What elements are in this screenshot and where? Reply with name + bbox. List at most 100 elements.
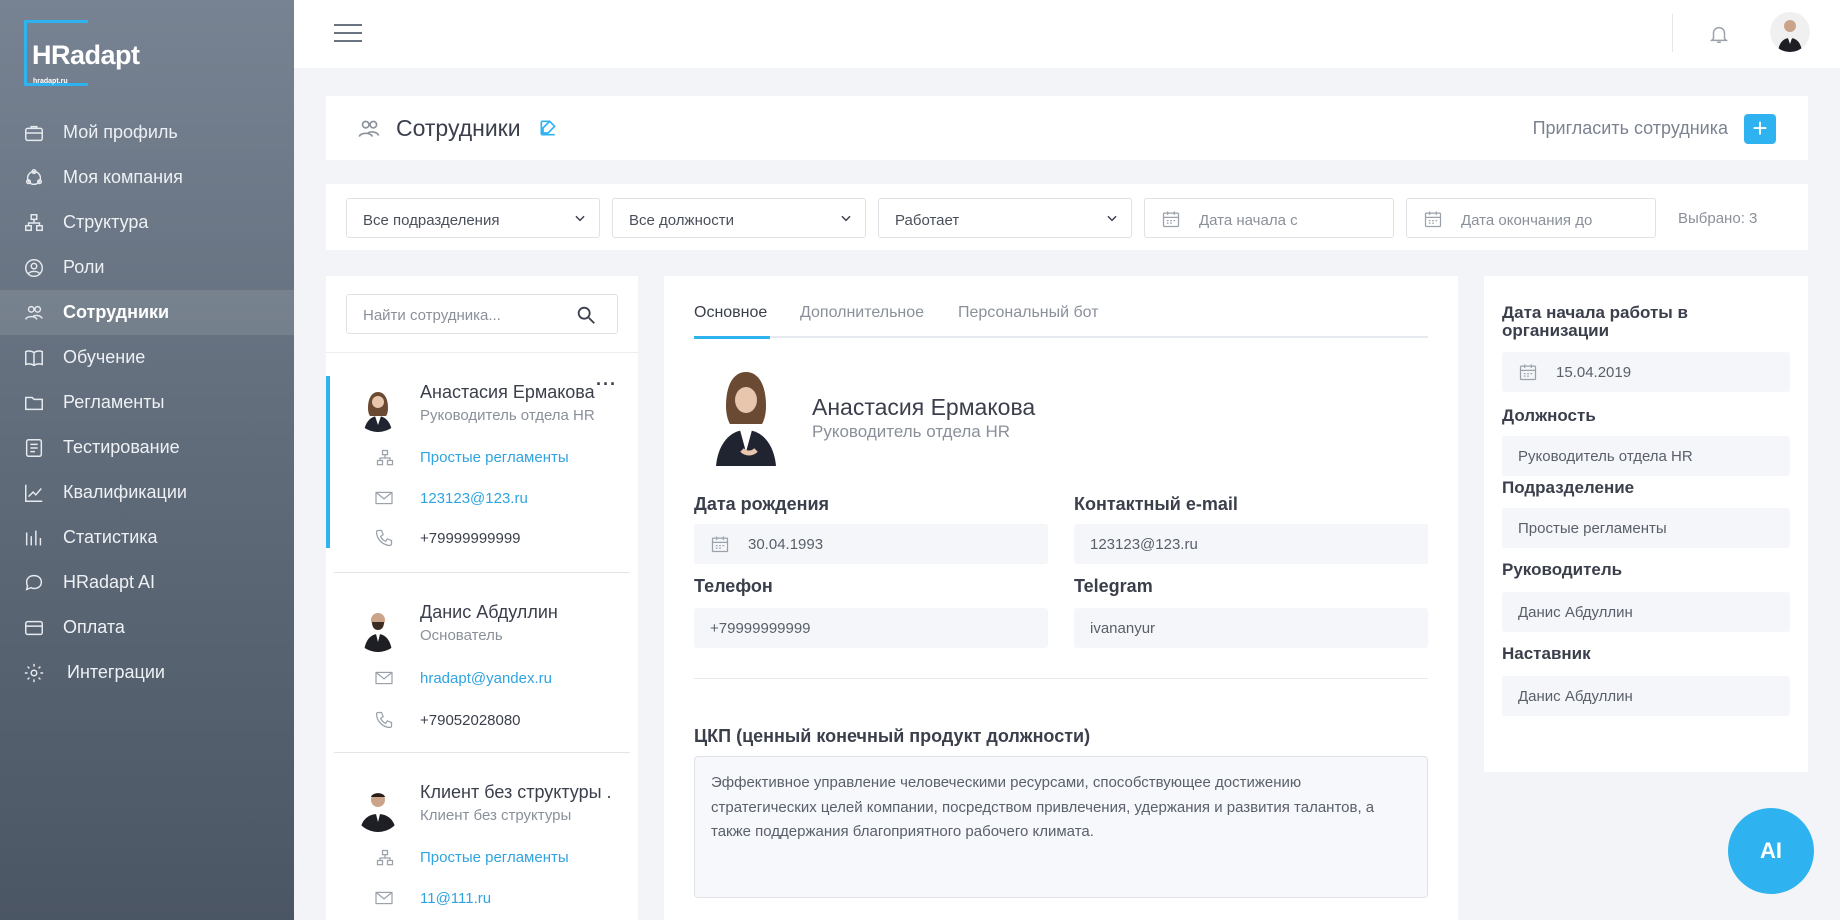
search-icon[interactable] [575,304,597,330]
employee-photo [708,366,778,466]
phone-field[interactable]: +79999999999 [694,608,1048,648]
sidebar-item-profile[interactable]: Мой профиль [0,110,294,155]
birth-date-field[interactable]: 30.04.1993 [694,524,1048,564]
structure-icon [22,211,46,235]
users-icon [356,116,382,147]
logo[interactable]: HRadapt hradapt.ru [24,20,164,92]
menu-toggle-icon[interactable] [334,24,362,44]
filters-bar: Все подразделения Все должности Работает… [326,184,1808,250]
invite-employee-link[interactable]: Пригласить сотрудника [1533,118,1728,139]
list-item[interactable]: Анастасия Ермакова Руководитель отдела H… [326,374,630,548]
divider [334,752,630,753]
list-item[interactable]: Клиент без структуры . Клиент без структ… [334,776,630,920]
sidebar-item-qualifications[interactable]: Квалификации [0,470,294,515]
divider [1672,14,1673,52]
date-from-placeholder: Дата начала с [1199,212,1298,229]
position-select-value: Все должности [629,212,734,229]
sidebar-nav: Мой профиль Моя компания Структура Роли … [0,110,294,695]
mentor-label: Наставник [1502,644,1591,663]
company-icon [22,166,46,190]
sidebar-item-statistics[interactable]: Статистика [0,515,294,560]
email-field[interactable]: 123123@123.ru [1074,524,1428,564]
ckp-textarea[interactable]: Эффективное управление человеческими рес… [694,756,1428,898]
sidebar-item-label: Обучение [63,347,146,367]
position-field[interactable]: Руководитель отдела HR [1502,436,1790,476]
ckp-label: ЦКП (ценный конечный продукт должности) [694,726,1091,746]
ai-assistant-button[interactable]: AI [1728,808,1814,894]
sidebar-item-testing[interactable]: Тестирование [0,425,294,470]
telegram-field[interactable]: ivananyur [1074,608,1428,648]
status-select[interactable]: Работает [878,198,1132,238]
employee-role: Клиент без структуры [420,807,572,824]
sidebar-item-company[interactable]: Моя компания [0,155,294,200]
employee-email-link[interactable]: hradapt@yandex.ru [420,670,552,687]
birth-date-value: 30.04.1993 [748,536,824,553]
sidebar-item-label: Мой профиль [63,122,178,142]
employee-phone: +79999999999 [420,530,521,547]
sidebar-item-regulations[interactable]: Регламенты [0,380,294,425]
edit-icon[interactable] [538,118,558,143]
logo-text: HRadapt [32,40,140,70]
phone-icon [374,528,394,553]
sidebar-item-integrations[interactable]: Интеграции [0,650,294,695]
sidebar-item-employees[interactable]: Сотрудники [0,290,294,335]
sidebar-item-roles[interactable]: Роли [0,245,294,290]
page-header: Сотрудники Пригласить сотрудника + [326,96,1808,160]
detail-tabs: Основное Дополнительное Персональный бот [694,304,1428,339]
sidebar-item-label: Квалификации [63,482,187,502]
email-label: Контактный e-mail [1074,494,1238,514]
chat-icon [22,571,46,595]
telegram-label: Telegram [1074,576,1153,596]
sidebar-item-label: Роли [63,257,105,277]
employee-email-link[interactable]: 11@111.ru [420,890,491,907]
date-to-input[interactable]: Дата окончания до [1406,198,1656,238]
search-input[interactable]: Найти сотрудника... [346,294,618,334]
sidebar-item-label: Сотрудники [63,302,170,322]
start-date-value: 15.04.2019 [1556,364,1632,381]
gear-icon [22,661,46,685]
list-item[interactable]: Данис Абдуллин Основатель hradapt@yandex… [334,596,630,746]
mail-icon [374,670,394,691]
date-from-input[interactable]: Дата начала с [1144,198,1394,238]
tab-main[interactable]: Основное [694,304,767,322]
tab-personal-bot[interactable]: Персональный бот [958,304,1099,322]
sidebar-item-structure[interactable]: Структура [0,200,294,245]
user-avatar[interactable] [1770,12,1810,52]
bell-icon[interactable] [1708,22,1730,51]
selected-count: Выбрано: 3 [1678,210,1758,227]
department-field[interactable]: Простые регламенты [1502,508,1790,548]
employee-phone: +79052028080 [420,712,521,729]
employee-detail: Основное Дополнительное Персональный бот… [664,276,1458,920]
sidebar-item-label: Моя компания [63,167,183,187]
calendar-icon [1161,209,1181,233]
manager-field[interactable]: Данис Абдуллин [1502,592,1790,632]
divider [334,572,630,573]
employment-info: Дата начала работы в организации 15.04.2… [1484,276,1808,772]
sidebar-item-learning[interactable]: Обучение [0,335,294,380]
mentor-field[interactable]: Данис Абдуллин [1502,676,1790,716]
card-icon [22,616,46,640]
department-label: Подразделение [1502,478,1635,497]
invite-employee-button[interactable]: + [1744,114,1776,144]
more-options-icon[interactable]: ··· [596,374,617,395]
employee-email-link[interactable]: 123123@123.ru [420,490,528,507]
start-date-label: Дата начала работы в организации [1502,303,1688,340]
sidebar-item-label: Структура [63,212,149,232]
birth-date-label: Дата рождения [694,494,830,514]
employee-list: Найти сотрудника... Анастасия Ермакова Р… [326,276,638,920]
calendar-icon [1518,362,1538,386]
employee-department-link[interactable]: Простые регламенты [420,849,569,866]
divider [694,678,1428,679]
date-to-placeholder: Дата окончания до [1461,212,1593,229]
sidebar-item-payment[interactable]: Оплата [0,605,294,650]
department-select[interactable]: Все подразделения [346,198,600,238]
start-date-field[interactable]: 15.04.2019 [1502,352,1790,392]
employee-name: Анастасия Ермакова [420,382,595,402]
mail-icon [374,890,394,911]
employee-department-link[interactable]: Простые регламенты [420,449,569,466]
position-select[interactable]: Все должности [612,198,866,238]
calendar-icon [1423,209,1443,233]
bars-icon [22,526,46,550]
sidebar-item-ai[interactable]: HRadapt AI [0,560,294,605]
tab-additional[interactable]: Дополнительное [800,304,924,322]
